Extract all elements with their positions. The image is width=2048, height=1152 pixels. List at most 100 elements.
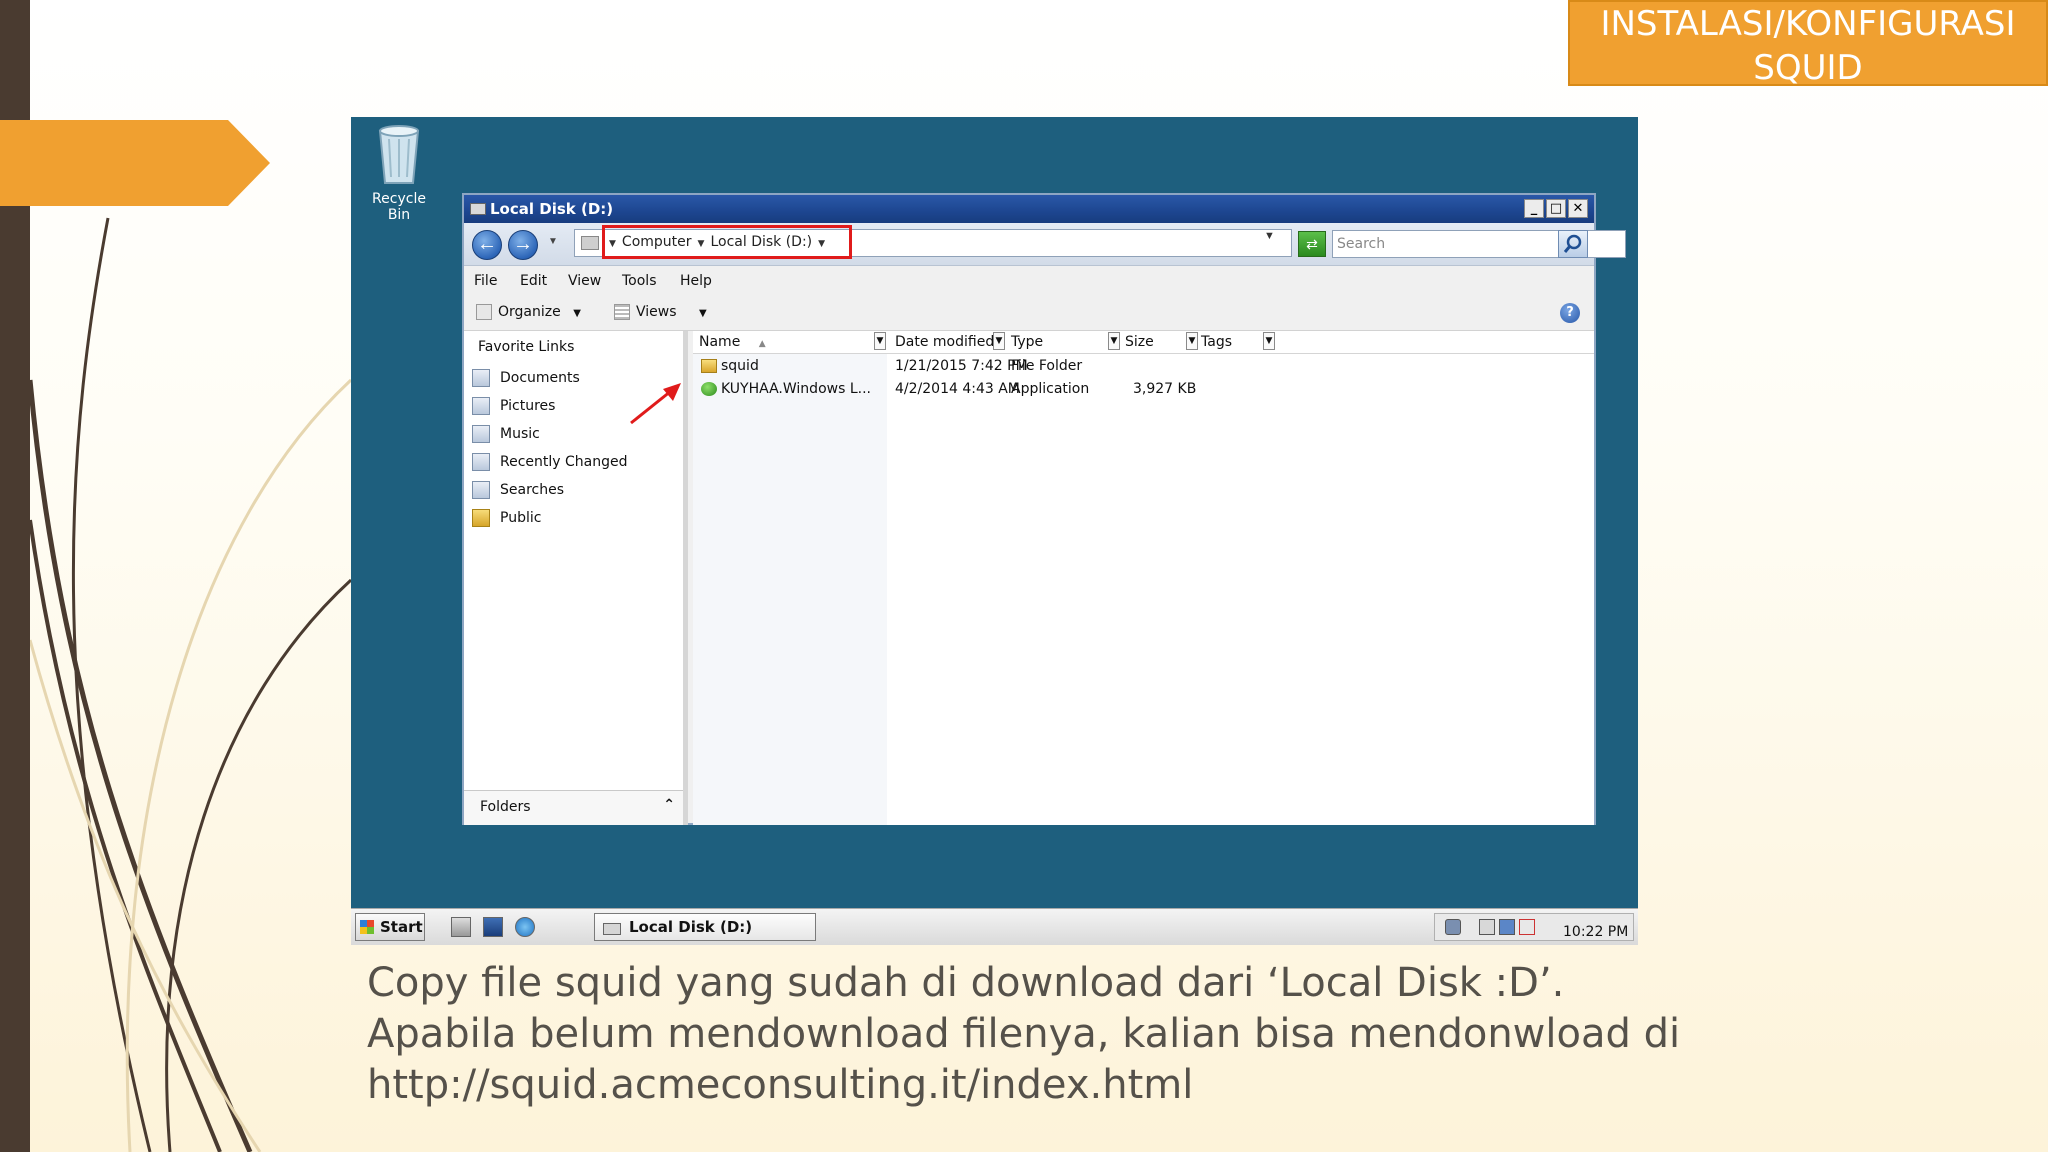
search-button[interactable] [1558,230,1588,258]
taskbar-item-local-disk[interactable]: Local Disk (D:) [594,913,816,941]
chevron-down-icon: ▼ [698,308,707,319]
clock[interactable]: 10:22 PM [1563,924,1628,940]
recently-changed-icon [472,453,490,471]
pictures-icon [472,397,490,415]
search-icon [1563,234,1582,253]
refresh-button[interactable]: ⇄ [1298,231,1326,257]
menu-view[interactable]: View [568,273,601,289]
internet-explorer-icon[interactable] [515,917,535,937]
help-icon[interactable]: ? [1560,303,1580,323]
taskbar: Start Local Disk (D:) 10:22 PM [351,908,1638,945]
show-desktop-icon[interactable] [483,917,503,937]
column-header-type[interactable]: Type [1011,334,1043,350]
file-name: squid [721,358,759,374]
recent-pages-dropdown-icon[interactable]: ▼ [548,236,558,247]
red-pointer-arrow [630,383,681,425]
start-button[interactable]: Start [355,913,425,941]
network-icon[interactable] [1499,919,1515,935]
volume-muted-icon[interactable] [1519,919,1535,935]
nav-item-label: Pictures [500,398,556,414]
nav-item-documents[interactable]: Documents [472,369,580,391]
nav-item-pictures[interactable]: Pictures [472,397,555,419]
orange-arrow-tab [0,120,270,206]
nav-item-label: Documents [500,370,580,386]
server-manager-icon[interactable] [451,917,471,937]
file-name: KUYHAA.Windows L... [721,381,871,397]
folder-icon [701,359,717,373]
chevron-down-icon: ▼ [573,308,581,319]
menu-bar: File Edit View Tools Help [464,266,1594,296]
column-tags-dropdown-icon[interactable]: ▼ [1263,332,1275,350]
menu-tools[interactable]: Tools [622,273,657,289]
nav-item-music[interactable]: Music [472,425,540,447]
maximize-button[interactable]: □ [1546,199,1566,218]
start-label: Start [380,918,423,936]
name-column-shade [693,353,887,825]
forward-arrow-icon: → [513,233,533,255]
file-date: 4/2/2014 4:43 AM [895,381,1020,397]
nav-item-label: Recently Changed [500,454,628,470]
slide-title: INSTALASI/KONFIGURASI SQUID [1568,0,2048,88]
caption-link[interactable]: http://squid.acmeconsulting.it/index.htm… [367,1060,2027,1111]
caption-line-1: Copy file squid yang sudah di download d… [367,960,1565,1006]
address-dropdown-icon[interactable]: ▼ [1264,230,1275,242]
windows-logo-icon [360,920,374,934]
column-type-dropdown-icon[interactable]: ▼ [1108,332,1120,350]
file-size: 3,927 KB [1133,381,1197,397]
clipboard-icon[interactable] [1479,919,1495,935]
views-icon [614,304,630,320]
organize-label: Organize [498,304,561,320]
column-header-tags[interactable]: Tags [1201,334,1232,350]
nav-item-searches[interactable]: Searches [472,481,564,503]
recycle-bin-label: Recycle Bin [372,191,426,223]
recycle-bin[interactable]: Recycle Bin [361,121,437,223]
computer-icon [581,236,599,250]
explorer-window: Local Disk (D:) _ □ ✕ ← → ▼ ▼ Computer ▼ Lo… [462,193,1626,825]
column-name-label: Name [699,334,741,350]
file-row-squid[interactable]: squid 1/21/2015 7:42 PM File Folder [693,355,1594,377]
file-type: File Folder [1011,358,1083,374]
back-button[interactable]: ← [472,230,502,260]
screenshot-desktop: Recycle Bin Local Disk (D:) _ □ ✕ ← → ▼ … [351,117,1638,945]
views-button[interactable]: Views ▼ [614,304,707,320]
drive-icon [603,923,621,935]
nav-item-recently-changed[interactable]: Recently Changed [472,453,628,475]
chevron-up-icon: ⌃ [663,797,675,813]
system-tray: 10:22 PM [1434,913,1634,941]
column-date-dropdown-icon[interactable]: ▼ [993,332,1005,350]
recycle-bin-icon [378,125,420,184]
organize-button[interactable]: Organize ▼ [476,304,581,320]
network-shield-icon[interactable] [1445,919,1461,935]
taskbar-item-label: Local Disk (D:) [629,918,753,936]
menu-help[interactable]: Help [680,273,712,289]
caption-line-2: Apabila belum mendownload filenya, kalia… [367,1011,1681,1057]
address-highlight-box [602,225,852,259]
file-list: Name ▲ ▼ Date modified ▼ Type ▼ Size ▼ T… [693,331,1594,825]
slide-title-line-2: SQUID [1753,48,1863,88]
column-size-dropdown-icon[interactable]: ▼ [1186,332,1198,350]
folders-toggle[interactable]: Folders ⌃ [464,790,683,825]
nav-item-label: Searches [500,482,565,498]
folder-icon [472,509,490,527]
column-name-dropdown-icon[interactable]: ▼ [874,332,886,350]
menu-edit[interactable]: Edit [520,273,547,289]
column-header-date-modified[interactable]: Date modified [895,334,994,350]
command-toolbar: Organize ▼ Views ▼ ? [464,296,1594,331]
window-titlebar[interactable]: Local Disk (D:) _ □ ✕ [464,195,1594,223]
forward-button[interactable]: → [508,230,538,260]
file-type: Application [1011,381,1090,397]
column-header-name[interactable]: Name ▲ [699,334,766,350]
nav-item-public[interactable]: Public [472,509,541,531]
column-header-size[interactable]: Size [1125,334,1154,350]
minimize-button[interactable]: _ [1524,199,1544,218]
favorite-links-heading: Favorite Links [478,339,575,355]
music-icon [472,425,490,443]
address-row: ← → ▼ ▼ Computer ▼ Local Disk (D:) ▼ ▼ ⇄ Sea… [464,223,1626,266]
menu-file[interactable]: File [474,273,497,289]
searches-icon [472,481,490,499]
slide-caption: Copy file squid yang sudah di download d… [367,958,2027,1111]
nav-item-label: Public [500,510,542,526]
close-button[interactable]: ✕ [1568,199,1588,218]
refresh-icon: ⇄ [1306,236,1318,252]
file-row-kuyhaa[interactable]: KUYHAA.Windows L... 4/2/2014 4:43 AM App… [693,378,1594,400]
